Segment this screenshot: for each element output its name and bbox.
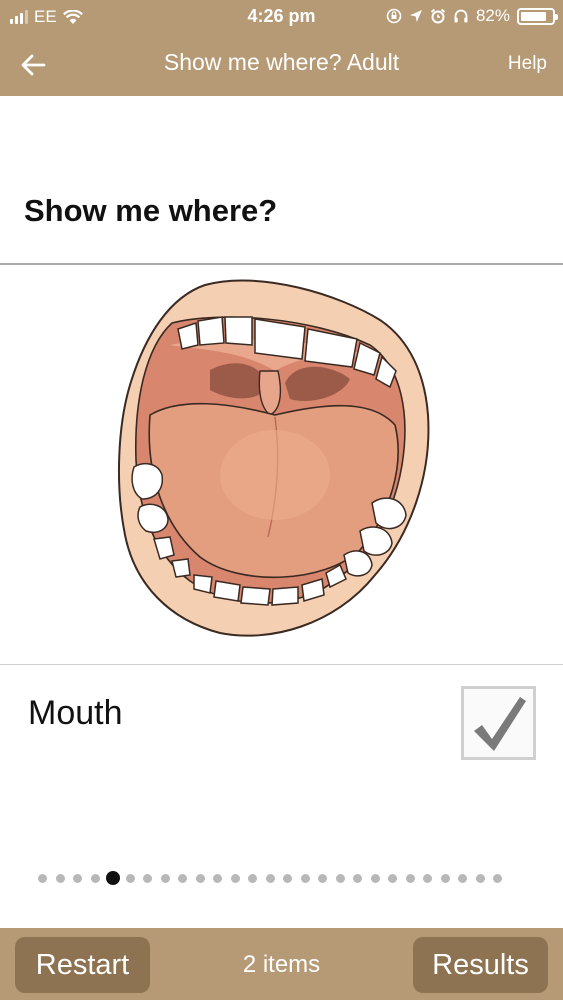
page-dot[interactable]	[178, 874, 187, 883]
page-dot[interactable]	[388, 874, 397, 883]
page-dot[interactable]	[143, 874, 152, 883]
alarm-icon	[430, 8, 446, 24]
page-dot[interactable]	[265, 874, 275, 883]
page-dot[interactable]	[90, 874, 100, 883]
page-dot[interactable]	[248, 874, 257, 883]
divider	[0, 664, 563, 665]
battery-icon	[517, 7, 558, 25]
page-dot[interactable]	[125, 874, 135, 883]
page-dot[interactable]	[160, 874, 170, 883]
open-mouth-illustration[interactable]	[110, 275, 440, 655]
page-dot[interactable]	[55, 874, 65, 883]
bottom-toolbar: Restart 2 items Results	[0, 928, 563, 1000]
nav-bar: Show me where? Adult Help	[0, 34, 563, 96]
divider	[0, 263, 563, 265]
battery-fill	[521, 11, 546, 21]
page-dot[interactable]	[230, 874, 240, 883]
item-label-mouth: Mouth	[28, 694, 123, 732]
status-bar: EE 4:26 pm 82%	[0, 0, 563, 34]
page-dot[interactable]	[493, 874, 502, 883]
page-dot[interactable]	[318, 874, 327, 883]
headphones-icon	[454, 9, 468, 23]
page-dot[interactable]	[475, 874, 485, 883]
page-dot[interactable]	[370, 874, 380, 883]
page-heading: Show me where?	[24, 193, 278, 228]
item-checkbox[interactable]	[461, 686, 536, 760]
page-dot[interactable]	[195, 874, 205, 883]
page-dot[interactable]	[423, 874, 432, 883]
top-bar: EE 4:26 pm 82% Show me where? Adult Help	[0, 0, 563, 96]
page-dot[interactable]	[335, 874, 345, 883]
battery-percent: 82%	[475, 6, 510, 25]
help-link[interactable]: Help	[508, 53, 547, 75]
location-icon	[409, 10, 422, 22]
page-dot[interactable]	[353, 874, 362, 883]
status-right: 82%	[386, 6, 558, 26]
page-dot[interactable]	[283, 874, 292, 883]
rotation-lock-icon	[386, 8, 402, 24]
nav-title: Show me where? Adult	[163, 49, 400, 75]
results-button[interactable]: Results	[413, 937, 548, 993]
page-dot[interactable]	[213, 874, 222, 883]
page-dot[interactable]	[38, 874, 47, 883]
page-dot-active[interactable]	[105, 871, 120, 885]
page-dot[interactable]	[73, 874, 82, 883]
page-dot[interactable]	[405, 874, 415, 883]
page-dot[interactable]	[440, 874, 450, 883]
page-indicator	[38, 871, 528, 885]
checkmark-icon	[474, 697, 526, 751]
page-dot[interactable]	[458, 874, 467, 883]
page-dot[interactable]	[300, 874, 310, 883]
